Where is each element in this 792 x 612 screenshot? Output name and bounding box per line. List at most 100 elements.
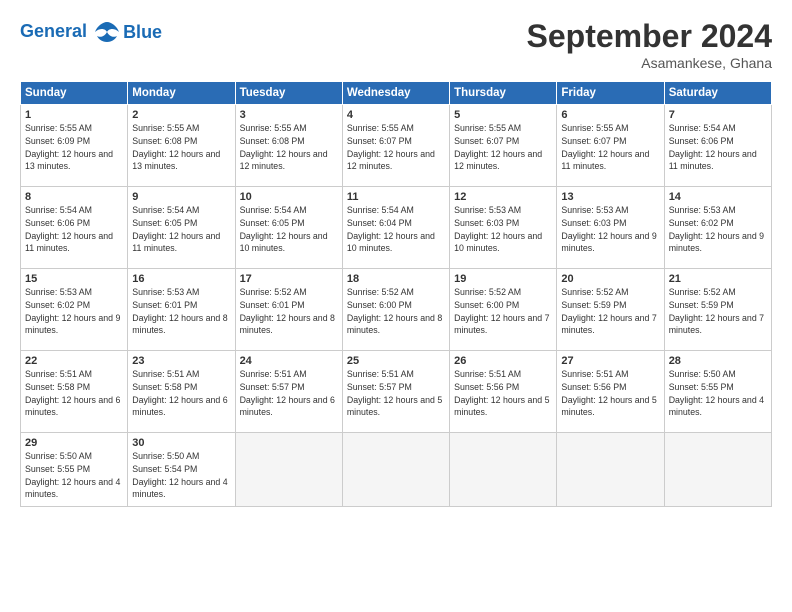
table-row [664,433,771,507]
day-number: 9 [132,191,230,203]
table-row: 23Sunrise: 5:51 AMSunset: 5:58 PMDayligh… [128,351,235,433]
day-info: Sunrise: 5:53 AMSunset: 6:03 PMDaylight:… [561,204,659,255]
calendar-week-2: 8Sunrise: 5:54 AMSunset: 6:06 PMDaylight… [21,187,772,269]
table-row: 28Sunrise: 5:50 AMSunset: 5:55 PMDayligh… [664,351,771,433]
calendar-week-5: 29Sunrise: 5:50 AMSunset: 5:55 PMDayligh… [21,433,772,507]
table-row: 14Sunrise: 5:53 AMSunset: 6:02 PMDayligh… [664,187,771,269]
day-number: 14 [669,191,767,203]
table-row: 6Sunrise: 5:55 AMSunset: 6:07 PMDaylight… [557,105,664,187]
table-row: 24Sunrise: 5:51 AMSunset: 5:57 PMDayligh… [235,351,342,433]
day-info: Sunrise: 5:51 AMSunset: 5:57 PMDaylight:… [240,368,338,419]
col-saturday: Saturday [664,82,771,105]
day-info: Sunrise: 5:54 AMSunset: 6:06 PMDaylight:… [669,122,767,173]
calendar-table: Sunday Monday Tuesday Wednesday Thursday… [20,81,772,507]
day-info: Sunrise: 5:55 AMSunset: 6:07 PMDaylight:… [561,122,659,173]
day-number: 15 [25,273,123,285]
day-number: 24 [240,355,338,367]
day-info: Sunrise: 5:53 AMSunset: 6:03 PMDaylight:… [454,204,552,255]
day-number: 1 [25,109,123,121]
table-row: 20Sunrise: 5:52 AMSunset: 5:59 PMDayligh… [557,269,664,351]
logo: General Blue [20,18,162,46]
col-thursday: Thursday [450,82,557,105]
day-info: Sunrise: 5:55 AMSunset: 6:09 PMDaylight:… [25,122,123,173]
day-number: 18 [347,273,445,285]
table-row: 12Sunrise: 5:53 AMSunset: 6:03 PMDayligh… [450,187,557,269]
day-number: 6 [561,109,659,121]
col-wednesday: Wednesday [342,82,449,105]
header: General Blue September 2024 Asamankese, … [20,18,772,71]
day-info: Sunrise: 5:52 AMSunset: 5:59 PMDaylight:… [669,286,767,337]
calendar-week-4: 22Sunrise: 5:51 AMSunset: 5:58 PMDayligh… [21,351,772,433]
table-row: 19Sunrise: 5:52 AMSunset: 6:00 PMDayligh… [450,269,557,351]
logo-blue: Blue [123,22,162,43]
day-number: 25 [347,355,445,367]
table-row: 16Sunrise: 5:53 AMSunset: 6:01 PMDayligh… [128,269,235,351]
month-title: September 2024 [527,18,772,55]
day-info: Sunrise: 5:52 AMSunset: 6:00 PMDaylight:… [454,286,552,337]
day-info: Sunrise: 5:53 AMSunset: 6:02 PMDaylight:… [25,286,123,337]
page: General Blue September 2024 Asamankese, … [0,0,792,612]
day-info: Sunrise: 5:55 AMSunset: 6:08 PMDaylight:… [240,122,338,173]
table-row: 7Sunrise: 5:54 AMSunset: 6:06 PMDaylight… [664,105,771,187]
table-row: 27Sunrise: 5:51 AMSunset: 5:56 PMDayligh… [557,351,664,433]
table-row: 13Sunrise: 5:53 AMSunset: 6:03 PMDayligh… [557,187,664,269]
table-row: 10Sunrise: 5:54 AMSunset: 6:05 PMDayligh… [235,187,342,269]
calendar-header-row: Sunday Monday Tuesday Wednesday Thursday… [21,82,772,105]
table-row: 22Sunrise: 5:51 AMSunset: 5:58 PMDayligh… [21,351,128,433]
day-number: 21 [669,273,767,285]
table-row [235,433,342,507]
logo-general: General [20,21,87,41]
day-number: 27 [561,355,659,367]
calendar-week-1: 1Sunrise: 5:55 AMSunset: 6:09 PMDaylight… [21,105,772,187]
day-info: Sunrise: 5:52 AMSunset: 6:00 PMDaylight:… [347,286,445,337]
day-info: Sunrise: 5:51 AMSunset: 5:58 PMDaylight:… [132,368,230,419]
day-number: 26 [454,355,552,367]
day-info: Sunrise: 5:54 AMSunset: 6:05 PMDaylight:… [132,204,230,255]
day-number: 13 [561,191,659,203]
day-info: Sunrise: 5:55 AMSunset: 6:07 PMDaylight:… [347,122,445,173]
day-number: 30 [132,437,230,449]
day-number: 19 [454,273,552,285]
day-number: 5 [454,109,552,121]
day-info: Sunrise: 5:53 AMSunset: 6:02 PMDaylight:… [669,204,767,255]
table-row: 8Sunrise: 5:54 AMSunset: 6:06 PMDaylight… [21,187,128,269]
day-info: Sunrise: 5:54 AMSunset: 6:05 PMDaylight:… [240,204,338,255]
day-number: 3 [240,109,338,121]
day-info: Sunrise: 5:53 AMSunset: 6:01 PMDaylight:… [132,286,230,337]
table-row: 1Sunrise: 5:55 AMSunset: 6:09 PMDaylight… [21,105,128,187]
table-row: 3Sunrise: 5:55 AMSunset: 6:08 PMDaylight… [235,105,342,187]
day-number: 8 [25,191,123,203]
day-info: Sunrise: 5:52 AMSunset: 6:01 PMDaylight:… [240,286,338,337]
logo-bird-icon [93,18,121,46]
day-info: Sunrise: 5:54 AMSunset: 6:04 PMDaylight:… [347,204,445,255]
day-info: Sunrise: 5:51 AMSunset: 5:57 PMDaylight:… [347,368,445,419]
day-number: 22 [25,355,123,367]
day-info: Sunrise: 5:55 AMSunset: 6:08 PMDaylight:… [132,122,230,173]
col-tuesday: Tuesday [235,82,342,105]
day-number: 4 [347,109,445,121]
day-number: 20 [561,273,659,285]
day-number: 17 [240,273,338,285]
day-info: Sunrise: 5:52 AMSunset: 5:59 PMDaylight:… [561,286,659,337]
table-row: 9Sunrise: 5:54 AMSunset: 6:05 PMDaylight… [128,187,235,269]
day-info: Sunrise: 5:51 AMSunset: 5:58 PMDaylight:… [25,368,123,419]
location: Asamankese, Ghana [527,55,772,71]
day-info: Sunrise: 5:51 AMSunset: 5:56 PMDaylight:… [454,368,552,419]
day-number: 7 [669,109,767,121]
table-row: 18Sunrise: 5:52 AMSunset: 6:00 PMDayligh… [342,269,449,351]
table-row [450,433,557,507]
day-number: 29 [25,437,123,449]
table-row [342,433,449,507]
day-number: 11 [347,191,445,203]
table-row: 26Sunrise: 5:51 AMSunset: 5:56 PMDayligh… [450,351,557,433]
day-number: 10 [240,191,338,203]
col-friday: Friday [557,82,664,105]
table-row: 11Sunrise: 5:54 AMSunset: 6:04 PMDayligh… [342,187,449,269]
col-monday: Monday [128,82,235,105]
day-info: Sunrise: 5:54 AMSunset: 6:06 PMDaylight:… [25,204,123,255]
table-row: 29Sunrise: 5:50 AMSunset: 5:55 PMDayligh… [21,433,128,507]
table-row: 4Sunrise: 5:55 AMSunset: 6:07 PMDaylight… [342,105,449,187]
table-row: 15Sunrise: 5:53 AMSunset: 6:02 PMDayligh… [21,269,128,351]
table-row: 17Sunrise: 5:52 AMSunset: 6:01 PMDayligh… [235,269,342,351]
table-row [557,433,664,507]
